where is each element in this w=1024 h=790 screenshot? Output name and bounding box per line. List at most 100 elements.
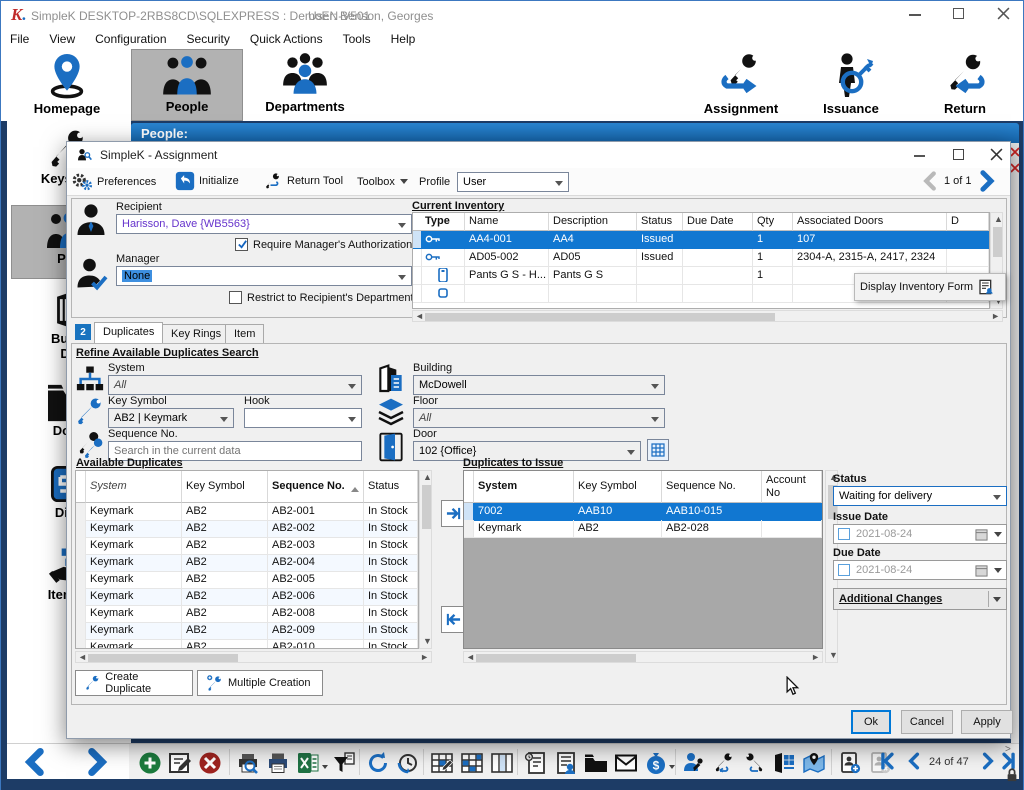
grid-view-button[interactable] [459, 750, 485, 776]
folder-button[interactable] [583, 750, 609, 776]
issuance-button[interactable]: Issuance [807, 51, 895, 116]
background-close-icon[interactable] [1010, 163, 1020, 173]
first-record-button[interactable] [879, 752, 897, 770]
menu-file[interactable]: File [10, 32, 29, 46]
table-row[interactable]: KeymarkAB2AB2-004In Stock [76, 554, 418, 571]
manager-select[interactable]: None [116, 266, 412, 286]
table-row[interactable]: KeymarkAB2AB2-008In Stock [76, 605, 418, 622]
refresh-button[interactable] [365, 750, 391, 776]
card-add-button[interactable] [837, 750, 863, 776]
print-button[interactable] [265, 750, 291, 776]
available-vscrollbar[interactable]: ▲▼ [419, 470, 432, 649]
people-button[interactable]: People [131, 49, 243, 121]
add-button[interactable] [137, 750, 163, 776]
previous-record-button[interactable] [905, 752, 923, 770]
previous-page-chevron[interactable] [21, 748, 49, 776]
grid-columns-button[interactable] [489, 750, 515, 776]
prev-record-icon[interactable] [922, 171, 938, 191]
next-record-button[interactable] [979, 752, 997, 770]
apply-button[interactable]: Apply [961, 710, 1013, 734]
additional-changes-expander[interactable]: Additional Changes [833, 588, 1007, 610]
cancel-button[interactable]: Cancel [901, 710, 953, 734]
inventory-hscrollbar[interactable]: ◄► [412, 310, 1003, 322]
table-row[interactable]: KeymarkAB2AB2-028 [464, 520, 822, 537]
require-auth-checkbox[interactable]: Require Manager's Authorization [235, 238, 412, 251]
assign-key-button[interactable] [711, 750, 737, 776]
menu-tools[interactable]: Tools [343, 32, 371, 46]
create-duplicate-button[interactable]: Create Duplicate [75, 670, 193, 696]
dialog-maximize-button[interactable] [953, 149, 964, 160]
tab-duplicates[interactable]: Duplicates [94, 322, 163, 343]
tab-key-rings[interactable]: Key Rings [162, 324, 230, 343]
tab-item[interactable]: Item [225, 324, 264, 343]
building-select[interactable]: McDowell [413, 375, 665, 395]
hook-select[interactable] [244, 408, 362, 428]
door-browse-button[interactable] [647, 439, 669, 461]
table-row[interactable]: KeymarkAB2AB2-003In Stock [76, 537, 418, 554]
window-minimize-button[interactable] [909, 14, 921, 16]
restrict-dept-checkbox[interactable]: Restrict to Recipient's Department [229, 291, 414, 304]
refresh-time-button[interactable] [395, 750, 421, 776]
system-select[interactable]: All [108, 375, 362, 395]
return-key-button[interactable] [741, 750, 767, 776]
menu-security[interactable]: Security [187, 32, 230, 46]
due-date-checkbox[interactable] [838, 564, 850, 576]
money-export-button[interactable]: $ [643, 750, 675, 776]
inventory-row[interactable]: AD05-002 AD05 Issued 1 2304-A, 2315-A, 2… [413, 249, 989, 267]
table-row[interactable]: KeymarkAB2AB2-005In Stock [76, 571, 418, 588]
window-close-button[interactable] [997, 7, 1010, 20]
menu-configuration[interactable]: Configuration [95, 32, 166, 46]
issue-date-checkbox[interactable] [838, 528, 850, 540]
menu-help[interactable]: Help [391, 32, 416, 46]
calendar-icon[interactable] [975, 528, 988, 541]
available-hscrollbar[interactable]: ◄► [75, 651, 432, 663]
export-excel-button[interactable] [295, 750, 329, 776]
recipient-select[interactable]: Harisson, Dave {WB5563} [116, 214, 412, 234]
map-location-button[interactable] [801, 750, 827, 776]
delete-button[interactable] [197, 750, 223, 776]
background-scrollbar[interactable] [1011, 143, 1019, 743]
dialog-close-button[interactable] [990, 148, 1003, 161]
next-record-icon[interactable] [978, 170, 996, 192]
toolbar-overflow-chevron[interactable]: > [1005, 744, 1011, 755]
background-close-icon[interactable] [1010, 147, 1020, 157]
preferences-button[interactable]: Preferences [71, 171, 156, 193]
edit-button[interactable] [167, 750, 193, 776]
mail-button[interactable] [613, 750, 639, 776]
homepage-button[interactable]: Homepage [15, 51, 119, 116]
dialog-minimize-button[interactable] [914, 155, 925, 157]
issue-date-field[interactable]: 2021-08-24 [833, 524, 1007, 544]
print-preview-button[interactable] [235, 750, 261, 776]
floor-select[interactable]: All [413, 408, 665, 428]
table-row[interactable]: KeymarkAB2AB2-001In Stock [76, 503, 418, 520]
table-row[interactable]: KeymarkAB2AB2-009In Stock [76, 622, 418, 639]
calendar-icon[interactable] [975, 564, 988, 577]
status-select[interactable]: Waiting for delivery [833, 486, 1007, 506]
door-windows-button[interactable] [771, 750, 797, 776]
menu-quick-actions[interactable]: Quick Actions [250, 32, 323, 46]
table-row[interactable]: KeymarkAB2AB2-010In Stock [76, 639, 418, 649]
return-tool-button[interactable]: Return Tool [263, 171, 343, 191]
table-row[interactable]: 7002AAB10AAB10-015 [464, 503, 822, 520]
initialize-button[interactable]: Initialize [175, 171, 239, 191]
toolbox-dropdown[interactable]: Toolbox [357, 175, 408, 188]
inventory-row[interactable]: AA4-001 AA4 Issued 1 107 [413, 231, 989, 249]
window-maximize-button[interactable] [953, 8, 964, 19]
menu-view[interactable]: View [49, 32, 75, 46]
table-row[interactable]: KeymarkAB2AB2-002In Stock [76, 520, 418, 537]
departments-button[interactable]: Departments [249, 51, 361, 114]
next-page-chevron[interactable] [83, 748, 111, 776]
ok-button[interactable]: Ok [851, 710, 891, 734]
multiple-creation-button[interactable]: Multiple Creation [197, 670, 323, 696]
filter-button[interactable] [331, 750, 357, 776]
assignment-button[interactable]: Assignment [689, 51, 793, 116]
notes-list-button[interactable] [523, 750, 549, 776]
table-row[interactable]: KeymarkAB2AB2-006In Stock [76, 588, 418, 605]
due-date-field[interactable]: 2021-08-24 [833, 560, 1007, 580]
to-issue-hscrollbar[interactable]: ◄► [463, 651, 823, 663]
grid-edit-button[interactable] [429, 750, 455, 776]
assign-person-button[interactable] [681, 750, 707, 776]
profile-select[interactable]: User [457, 172, 569, 192]
key-symbol-select[interactable]: AB2 | Keymark [108, 408, 234, 428]
return-button[interactable]: Return [921, 51, 1009, 116]
